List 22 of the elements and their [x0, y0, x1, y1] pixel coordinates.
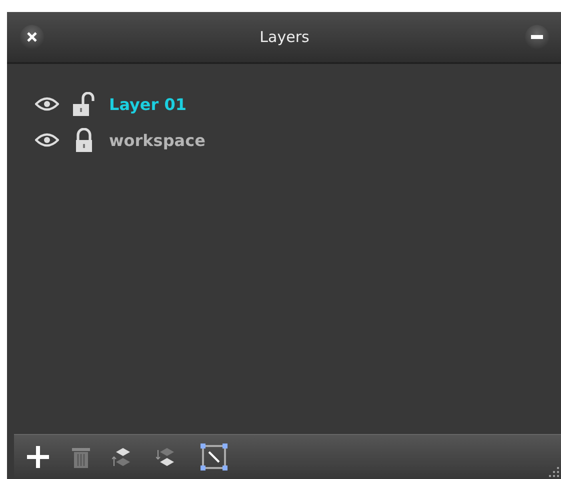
- delete-layer-button[interactable]: [72, 446, 90, 468]
- visibility-toggle[interactable]: [35, 133, 59, 147]
- lock-icon: [73, 128, 95, 152]
- resize-grip-icon[interactable]: [547, 465, 559, 477]
- layer-name[interactable]: Layer 01: [109, 94, 187, 114]
- close-button[interactable]: [20, 25, 44, 49]
- lock-toggle[interactable]: [73, 92, 95, 116]
- eye-icon: [35, 133, 59, 147]
- plus-icon: [26, 445, 50, 469]
- panel-title: Layers: [260, 28, 310, 46]
- lock-toggle[interactable]: [73, 128, 95, 152]
- minimize-button[interactable]: [524, 25, 549, 49]
- eye-icon: [35, 97, 59, 111]
- minimize-icon: [530, 35, 543, 39]
- layer-name[interactable]: workspace: [109, 130, 206, 150]
- trash-icon: [72, 446, 90, 468]
- add-layer-button[interactable]: [26, 445, 50, 469]
- unlock-icon: [73, 92, 95, 116]
- bounding-box-icon: [200, 443, 228, 471]
- close-icon: [27, 32, 37, 42]
- transform-button[interactable]: [200, 443, 228, 471]
- visibility-toggle[interactable]: [35, 97, 59, 111]
